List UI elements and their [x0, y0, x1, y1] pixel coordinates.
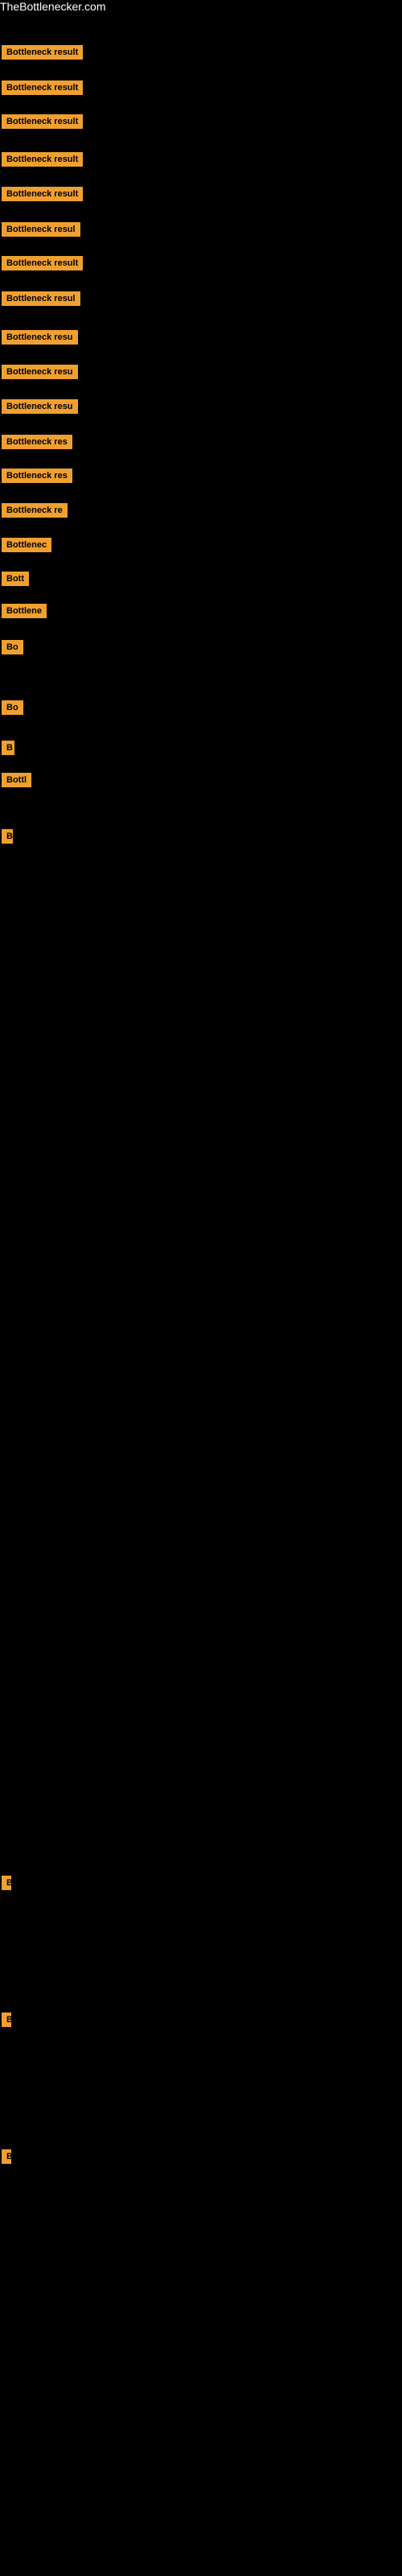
bottleneck-result-badge: Bottleneck resu	[2, 399, 78, 414]
bottleneck-result-badge: B	[2, 829, 13, 844]
bottleneck-result-badge: B	[2, 1876, 11, 1890]
bottleneck-result-badge: Bottleneck res	[2, 469, 72, 483]
bottleneck-result-badge: Bottleneck resul	[2, 222, 80, 237]
bottleneck-result-badge: B	[2, 2149, 11, 2164]
bottleneck-result-badge: Bottleneck result	[2, 187, 83, 201]
bottleneck-result-badge: Bottleneck result	[2, 45, 83, 60]
bottleneck-result-badge: Bottl	[2, 773, 31, 787]
bottleneck-result-badge: B	[2, 2013, 11, 2027]
bottleneck-result-badge: Bottleneck result	[2, 152, 83, 167]
bottleneck-result-badge: B	[2, 741, 14, 755]
bottleneck-result-badge: Bo	[2, 640, 23, 654]
bottleneck-result-badge: Bottleneck resu	[2, 330, 78, 345]
bottleneck-result-badge: Bottlene	[2, 604, 47, 618]
bottleneck-result-badge: Bottleneck resu	[2, 365, 78, 379]
bottleneck-result-badge: Bott	[2, 572, 29, 586]
bottleneck-result-badge: Bottleneck resul	[2, 291, 80, 306]
bottleneck-result-badge: Bottleneck res	[2, 435, 72, 449]
bottleneck-result-badge: Bottleneck re	[2, 503, 68, 518]
bottleneck-result-badge: Bottleneck result	[2, 256, 83, 270]
bottleneck-result-badge: Bottleneck result	[2, 114, 83, 129]
site-title: TheBottlenecker.com	[0, 0, 106, 18]
bottleneck-result-badge: Bo	[2, 700, 23, 715]
bottleneck-result-badge: Bottleneck result	[2, 80, 83, 95]
bottleneck-result-badge: Bottlenec	[2, 538, 51, 552]
